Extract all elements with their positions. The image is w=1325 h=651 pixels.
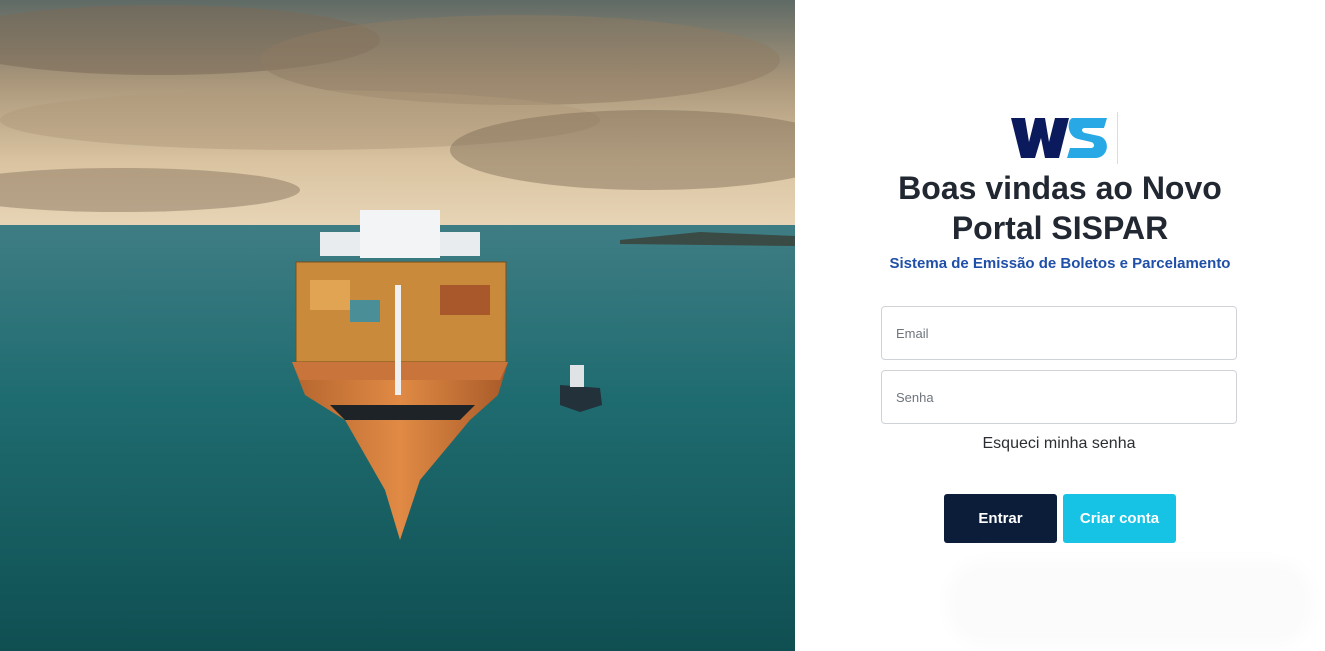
hero-image bbox=[0, 0, 795, 651]
decorative-glow bbox=[955, 568, 1305, 638]
subtitle: Sistema de Emissão de Boletos e Parcelam… bbox=[889, 255, 1231, 272]
login-panel: Boas vindas ao Novo Portal SISPAR Sistem… bbox=[795, 0, 1325, 651]
create-account-button[interactable]: Criar conta bbox=[1063, 494, 1176, 543]
ws-logo-icon bbox=[1011, 112, 1118, 164]
title-line-2: Portal SISPAR bbox=[951, 210, 1169, 246]
title-line-1: Boas vindas ao Novo bbox=[898, 170, 1222, 206]
forgot-password-link[interactable]: Esqueci minha senha bbox=[881, 435, 1237, 453]
page-title: Boas vindas ao Novo Portal SISPAR bbox=[855, 168, 1265, 248]
enter-button[interactable]: Entrar bbox=[944, 494, 1057, 543]
password-field[interactable] bbox=[881, 370, 1237, 424]
cargo-ship-photo bbox=[0, 0, 795, 651]
email-field[interactable] bbox=[881, 306, 1237, 360]
